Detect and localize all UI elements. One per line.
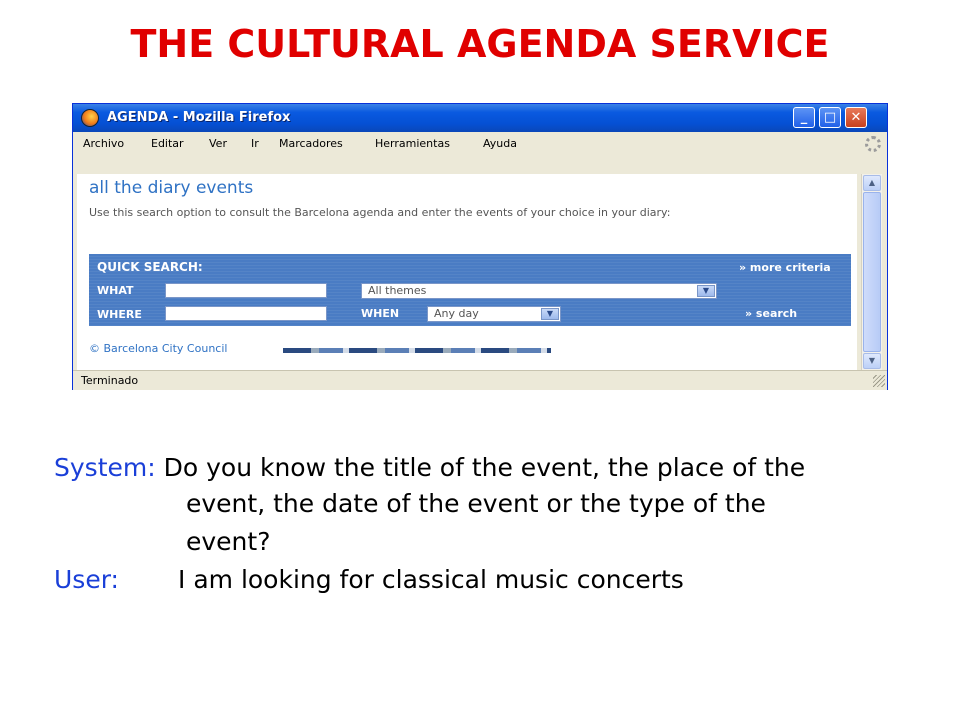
system-text-1: Do you know the title of the event, the … (163, 453, 806, 482)
page-description: Use this search option to consult the Ba… (89, 206, 671, 219)
menu-ir[interactable]: Ir (251, 137, 259, 150)
when-label: WHEN (361, 307, 400, 320)
system-line-2: event, the date of the event or the type… (186, 489, 766, 518)
what-label: WHAT (97, 284, 134, 297)
what-input[interactable] (165, 283, 327, 298)
slide-title: THE CULTURAL AGENDA SERVICE (130, 22, 830, 66)
vertical-scrollbar[interactable]: ▲ ▼ (861, 174, 882, 370)
where-label: WHERE (97, 308, 142, 321)
theme-select[interactable]: All themes ▼ (361, 283, 717, 299)
maximize-button[interactable]: □ (819, 107, 841, 128)
system-speaker: System: (54, 453, 156, 482)
menu-bar: Archivo Editar Ver Ir Marcadores Herrami… (73, 132, 887, 157)
resize-grip-icon[interactable] (873, 375, 885, 387)
menu-herramientas[interactable]: Herramientas (375, 137, 450, 150)
menu-ver[interactable]: Ver (209, 137, 227, 150)
page-heading: all the diary events (89, 178, 254, 198)
user-speaker: User: (54, 565, 119, 594)
system-line-3: event? (186, 527, 271, 556)
system-line-1: System: Do you know the title of the eve… (54, 453, 805, 482)
throbber-icon (865, 136, 881, 152)
firefox-logo-icon (81, 109, 99, 127)
scroll-up-icon[interactable]: ▲ (863, 175, 881, 191)
close-button[interactable]: ✕ (845, 107, 867, 128)
browser-window: AGENDA - Mozilla Firefox _ □ ✕ Archivo E… (72, 103, 888, 390)
decorative-bar (283, 348, 551, 353)
quick-search-title: QUICK SEARCH: (97, 260, 203, 274)
menu-marcadores[interactable]: Marcadores (279, 137, 343, 150)
scroll-down-icon[interactable]: ▼ (863, 353, 881, 369)
minimize-button[interactable]: _ (793, 107, 815, 128)
user-line: User: I am looking for classical music c… (54, 565, 684, 594)
day-select[interactable]: Any day ▼ (427, 306, 561, 322)
page-content: all the diary events Use this search opt… (77, 174, 857, 370)
search-link[interactable]: » search (745, 307, 797, 320)
menu-editar[interactable]: Editar (151, 137, 184, 150)
where-input[interactable] (165, 306, 327, 321)
chevron-down-icon[interactable]: ▼ (697, 285, 715, 297)
window-title: AGENDA - Mozilla Firefox (107, 110, 291, 125)
menu-ayuda[interactable]: Ayuda (483, 137, 517, 150)
day-select-value: Any day (434, 307, 479, 320)
theme-select-value: All themes (368, 284, 427, 297)
more-criteria-link[interactable]: » more criteria (739, 261, 831, 274)
scroll-thumb[interactable] (863, 192, 881, 352)
status-text: Terminado (81, 374, 139, 387)
quick-search-panel: QUICK SEARCH: » more criteria WHAT All t… (89, 254, 851, 326)
chevron-down-icon[interactable]: ▼ (541, 308, 559, 320)
toolbar-gap (73, 156, 887, 174)
user-text: I am looking for classical music concert… (178, 565, 684, 594)
title-bar[interactable]: AGENDA - Mozilla Firefox _ □ ✕ (73, 104, 887, 132)
copyright-text: © Barcelona City Council (89, 342, 228, 355)
menu-archivo[interactable]: Archivo (83, 137, 124, 150)
status-bar: Terminado (73, 370, 887, 390)
